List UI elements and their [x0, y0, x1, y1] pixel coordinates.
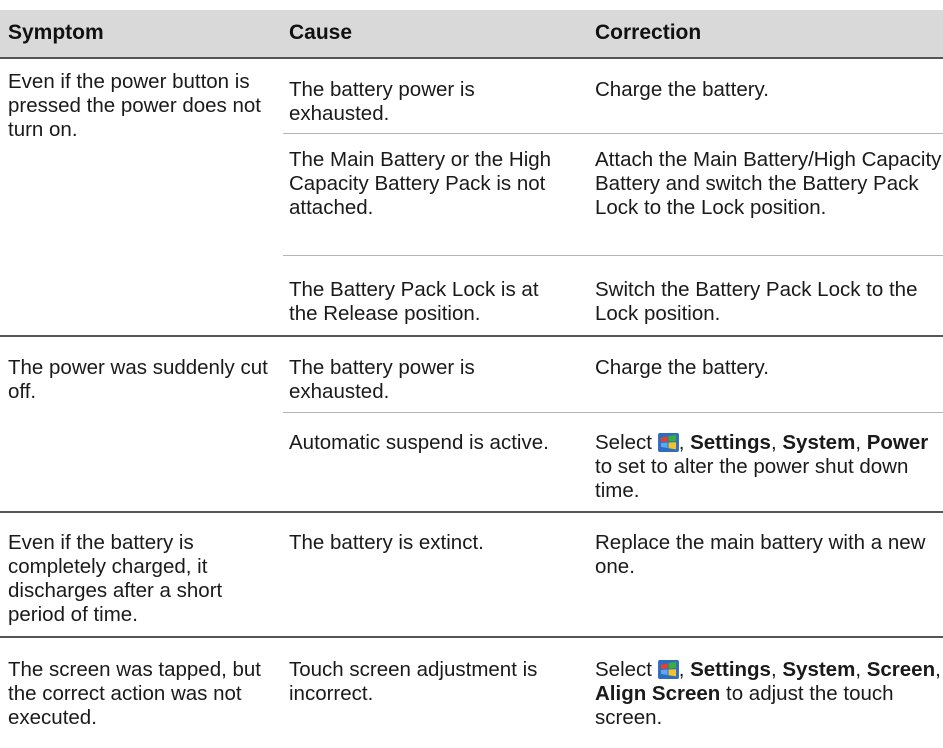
cause-cell: Touch screen adjustment is incorrect. [289, 658, 538, 705]
cause-cell: The battery power is exhausted. [289, 78, 475, 125]
correction-cell: Attach the Main Battery/High Capacity Ba… [595, 148, 942, 219]
group-rule [0, 511, 943, 513]
comma: , [770, 431, 777, 454]
power-label: Power [866, 431, 929, 454]
correction-cell: Charge the battery. [595, 356, 769, 379]
symptom-cell: Even if the power button is pressed the … [8, 70, 261, 141]
align-screen-label: Align Screen [595, 682, 721, 705]
symptom-cell: The power was suddenly cut off. [8, 356, 268, 403]
row-separator [283, 412, 943, 413]
cause-cell: Automatic suspend is active. [289, 431, 549, 454]
comma: , [855, 658, 862, 681]
correction-rest-text: to set to alter the power shut down time… [595, 455, 909, 502]
cause-cell: The Battery Pack Lock is at the Release … [289, 278, 539, 325]
correction-cell: Select , Settings, System, Screen, Align… [595, 658, 943, 730]
windows-start-icon [657, 660, 679, 679]
settings-label: Settings [690, 658, 771, 681]
header-symptom: Symptom [8, 21, 104, 44]
header-correction: Correction [595, 21, 702, 44]
group-rule [0, 636, 943, 638]
system-label: System [782, 658, 856, 681]
cause-cell: The Main Battery or the High Capacity Ba… [289, 148, 552, 219]
comma: , [935, 658, 941, 681]
system-label: System [782, 431, 856, 454]
screen-label: Screen [866, 658, 936, 681]
troubleshooting-table: Symptom Cause Correction Even if the pow… [0, 0, 943, 748]
cause-cell: The battery power is exhausted. [289, 356, 475, 403]
correction-cell: Replace the main battery with a new one. [595, 531, 926, 578]
correction-cell: Charge the battery. [595, 78, 769, 101]
comma: , [770, 658, 777, 681]
row-separator [283, 133, 943, 134]
correction-select-text: Select [595, 431, 652, 454]
settings-label: Settings [690, 431, 771, 454]
correction-select-text: Select [595, 658, 652, 681]
group-rule [0, 335, 943, 337]
header-cause: Cause [289, 21, 353, 44]
windows-start-icon [657, 433, 679, 452]
correction-cell: Switch the Battery Pack Lock to the Lock… [595, 278, 918, 325]
header-rule [0, 57, 943, 59]
table-header [0, 10, 943, 57]
symptom-cell: The screen was tapped, but the correct a… [8, 658, 261, 729]
cause-cell: The battery is extinct. [289, 531, 484, 554]
row-separator [283, 255, 943, 256]
comma: , [855, 431, 862, 454]
correction-cell: Select , Settings, System, Power to set … [595, 431, 943, 503]
symptom-cell: Even if the battery is completely charge… [8, 531, 223, 626]
comma: , [678, 658, 685, 681]
comma: , [678, 431, 685, 454]
